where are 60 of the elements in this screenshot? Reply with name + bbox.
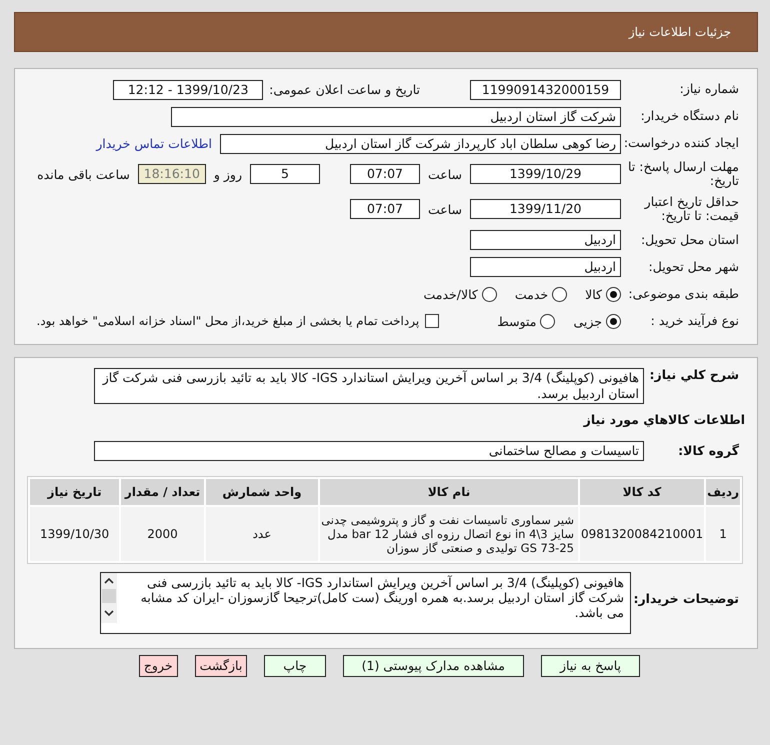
payment-checkbox[interactable] <box>425 314 440 328</box>
need-number-field: 1199091432000159 <box>470 80 621 100</box>
days-field: 5 <box>250 164 320 184</box>
column-header: واحد شمارش <box>206 478 318 504</box>
description-field: هافیونی (کوپلینگ) 3/4 بر اساس آخرین ویرایش استاندارد IGS- کالا باید به تائید بازرسی فنی شرکت گاز استان اردبیل برسد. <box>94 368 644 404</box>
action-button[interactable]: مشاهده مدارک پیوستی (1) <box>342 654 524 676</box>
payment-text: پرداخت تمام یا بخشی از مبلغ خرید،از محل "اسناد خزانه اسلامی" خواهد بود. <box>36 314 420 328</box>
table-cell: 1 <box>706 506 740 560</box>
column-header: تاریخ نیاز <box>30 478 120 504</box>
remaining-time-field: 18:16:10 <box>138 164 206 184</box>
action-button[interactable]: چاپ <box>264 654 326 676</box>
table-cell: 0981320084210001 <box>580 506 704 560</box>
category-radio[interactable]: کالا/خدمت <box>423 286 497 302</box>
announce-date-field: 1399/10/23 - 12:12 <box>113 80 264 100</box>
scrollbar-icon[interactable] <box>101 572 117 622</box>
buyer-contact-link[interactable]: اطلاعات تماس خریدار <box>96 136 212 151</box>
action-button[interactable]: بازگشت <box>194 654 248 676</box>
province-field: اردبیل <box>470 230 621 250</box>
field-label: ساعت باقی مانده <box>37 166 130 182</box>
city-field: اردبیل <box>470 257 621 277</box>
table-cell: عدد <box>206 506 318 560</box>
field-label: شهر محل تحویل: <box>648 260 740 274</box>
table-cell: 2000 <box>121 506 204 560</box>
action-button[interactable]: خروج <box>138 654 178 676</box>
field-label: گروه کالا: <box>677 444 740 458</box>
table-cell: شیر سماوری تاسیسات نفت و گاز و پتروشیمی چدنی سایز 3\4 in نوع اتصال رزوه ای فشار 12 bar مدل GS 73-25 تولیدی و صنعتی گاز سوزان <box>320 506 578 560</box>
buyer-org-field: شرکت گاز استان اردبیل <box>171 106 621 126</box>
deadline-time-field: 07:07 <box>350 164 420 184</box>
deadline-date-field: 1399/10/29 <box>470 164 621 184</box>
buyer-notes-field[interactable]: هافیونی (کوپلینگ) 3/4 بر اساس آخرین ویرایش استاندارد IGS- کالا باید به تائید بازرسی فنی شرکت گاز استان اردبیل برسد.به همره اورینگ (ست کامل)ترجیحا گازسوزان -ایران کد مشابه می باشد. <box>100 572 631 634</box>
column-header: ردیف <box>706 478 740 504</box>
process-radio[interactable]: متوسط <box>497 314 556 328</box>
field-label: حداقل تاریخ اعتبار قیمت: تا تاریخ: <box>643 194 740 224</box>
field-label: شرح کلي نياز: <box>648 368 740 382</box>
field-label: توضیحات خریدار: <box>632 592 740 606</box>
field-label: تاریخ و ساعت اعلان عمومی: <box>269 82 420 97</box>
field-label: نوع فرآیند خرید : <box>650 314 740 328</box>
category-radio[interactable]: کالا <box>585 286 621 302</box>
validity-date-field: 1399/11/20 <box>470 199 621 220</box>
category-radio[interactable]: خدمت <box>514 286 568 302</box>
table-cell: 1399/10/30 <box>30 506 120 560</box>
validity-time-field: 07:07 <box>350 199 420 220</box>
column-header: نام کالا <box>320 478 578 504</box>
field-label: شماره نیاز: <box>678 82 740 97</box>
field-label: استان محل تحویل: <box>640 232 740 248</box>
column-header: کد کالا <box>580 478 704 504</box>
goods-group-field: تاسیسات و مصالح ساختمانی <box>94 441 644 461</box>
column-header: تعداد / مقدار <box>121 478 204 504</box>
action-button[interactable]: پاسخ به نیاز <box>540 654 640 676</box>
field-label: روز و <box>214 166 242 182</box>
field-label: ساعت <box>428 166 462 182</box>
process-radio[interactable]: جزیی <box>573 314 621 328</box>
field-label: طبقه بندی موضوعی: <box>627 286 740 302</box>
field-label: ایجاد کننده درخواست: <box>622 136 740 151</box>
field-label: مهلت ارسال پاسخ: تا تاریخ: <box>627 160 740 189</box>
field-label: ساعت <box>428 202 462 217</box>
field-label: نام دستگاه خریدار: <box>640 109 740 124</box>
section-heading: اطلاعات کالاهاي مورد نياز <box>582 412 746 426</box>
requester-field: رضا کوهی سلطان اباد کارپرداز شرکت گاز استان اردبیل <box>220 134 621 154</box>
page-title: جزئیات اطلاعات نیاز <box>628 25 731 39</box>
